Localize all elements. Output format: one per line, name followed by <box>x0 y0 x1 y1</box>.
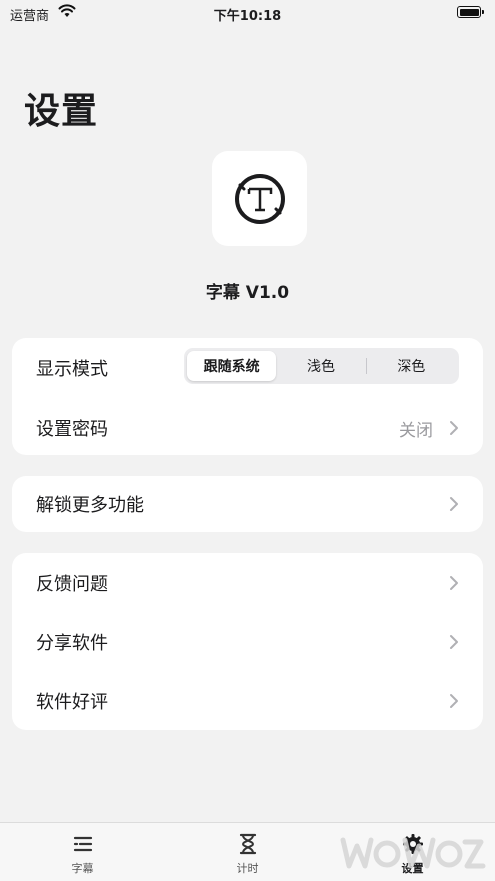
more-card: 反馈问题 分享软件 软件好评 <box>12 553 483 730</box>
status-bar: 运营商 下午10:18 <box>0 0 495 26</box>
segment-dark[interactable]: 深色 <box>367 351 456 381</box>
unlock-features-row[interactable]: 解锁更多功能 <box>12 476 483 532</box>
battery-icon <box>457 6 484 18</box>
app-logo-icon <box>212 151 307 246</box>
feedback-row[interactable]: 反馈问题 <box>12 553 483 612</box>
rate-row[interactable]: 软件好评 <box>12 671 483 730</box>
segment-follow-system[interactable]: 跟随系统 <box>187 351 277 381</box>
chevron-right-icon <box>450 497 458 511</box>
share-label: 分享软件 <box>36 632 108 654</box>
password-label: 设置密码 <box>36 419 108 440</box>
display-mode-row: 显示模式 跟随系统 浅色 深色 <box>12 338 483 398</box>
tab-subtitles[interactable]: 字幕 <box>0 823 165 881</box>
display-settings-card: 显示模式 跟随系统 浅色 深色 设置密码 关闭 <box>12 338 483 455</box>
app-name: 字幕 V1.0 <box>205 283 290 303</box>
watermark-logo <box>340 837 486 869</box>
tab-timer-label: 计时 <box>236 862 259 875</box>
rate-label: 软件好评 <box>36 691 108 713</box>
display-mode-segmented-control[interactable]: 跟随系统 浅色 深色 <box>184 348 459 384</box>
tab-subtitles-label: 字幕 <box>71 862 94 875</box>
chevron-right-icon <box>450 635 458 649</box>
feedback-label: 反馈问题 <box>36 573 108 595</box>
tab-timer[interactable]: 计时 <box>165 823 330 881</box>
chevron-right-icon <box>450 576 458 590</box>
unlock-features-label: 解锁更多功能 <box>36 495 144 516</box>
share-row[interactable]: 分享软件 <box>12 612 483 671</box>
password-row[interactable]: 设置密码 关闭 <box>12 398 483 458</box>
password-status: 关闭 <box>399 420 433 441</box>
segment-light[interactable]: 浅色 <box>276 351 365 381</box>
list-icon <box>73 836 92 852</box>
clock-time: 下午10:18 <box>213 9 282 24</box>
hourglass-icon <box>239 833 256 855</box>
chevron-right-icon <box>450 694 458 708</box>
page-title: 设置 <box>24 91 99 132</box>
unlock-card: 解锁更多功能 <box>12 476 483 532</box>
chevron-right-icon <box>450 421 458 435</box>
